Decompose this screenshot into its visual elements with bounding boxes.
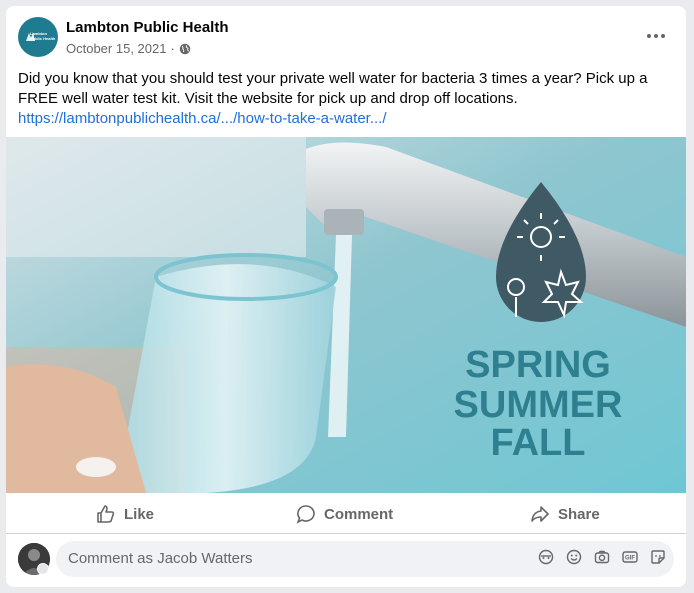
post-actions: Like Comment Share xyxy=(6,494,686,534)
sticker-icon[interactable] xyxy=(650,549,666,565)
post-header: Lambton Public Health Lambton Public Hea… xyxy=(6,6,686,66)
more-dot xyxy=(654,34,658,38)
post-meta: October 15, 2021 · xyxy=(66,41,191,56)
page-avatar[interactable]: Lambton Public Health xyxy=(18,17,58,57)
comment-button[interactable]: Comment xyxy=(296,494,393,534)
gif-icon[interactable]: GIF xyxy=(622,549,638,565)
comment-tools: GIF xyxy=(538,549,666,565)
post-body: Did you know that you should test your p… xyxy=(18,70,648,107)
image-text-spring: SPRING xyxy=(465,344,611,386)
post-text: Did you know that you should test your p… xyxy=(18,69,678,129)
image-text-fall: FALL xyxy=(491,422,586,464)
post-card: Lambton Public Health Lambton Public Hea… xyxy=(6,6,686,587)
comment-input[interactable]: Comment as Jacob Watters GIF xyxy=(56,541,674,577)
like-label: Like xyxy=(124,505,155,523)
globe-icon[interactable] xyxy=(179,43,191,55)
more-dot xyxy=(661,34,665,38)
comment-label: Comment xyxy=(324,505,394,523)
post-date[interactable]: October 15, 2021 xyxy=(66,41,166,56)
comment-composer: Comment as Jacob Watters GIF xyxy=(6,534,686,587)
svg-text:GIF: GIF xyxy=(625,556,635,562)
avatar-sticker-icon[interactable] xyxy=(538,549,554,565)
post-image[interactable]: SPRING SUMMER FALL xyxy=(6,137,686,493)
meta-separator: · xyxy=(170,41,175,56)
share-label: Share xyxy=(558,505,600,523)
more-options-icon xyxy=(647,34,651,38)
camera-icon[interactable] xyxy=(594,549,610,565)
post-link[interactable]: https://lambtonpublichealth.ca/.../how-t… xyxy=(18,109,678,129)
image-text-summer: SUMMER xyxy=(454,384,623,426)
comment-icon xyxy=(296,505,315,524)
share-button[interactable]: Share xyxy=(530,494,600,534)
chevron-down-icon[interactable] xyxy=(37,563,49,575)
share-icon xyxy=(531,506,549,522)
like-button[interactable]: Like xyxy=(96,494,154,534)
more-options-button[interactable] xyxy=(644,26,668,46)
like-icon xyxy=(97,505,115,523)
page-name[interactable]: Lambton Public Health xyxy=(66,19,229,36)
water-glass-illustration: SPRING SUMMER FALL xyxy=(6,137,686,493)
comment-placeholder: Comment as Jacob Watters xyxy=(68,550,253,567)
emoji-icon[interactable] xyxy=(566,549,582,565)
avatar-text: Lambton Public Health xyxy=(30,31,56,41)
